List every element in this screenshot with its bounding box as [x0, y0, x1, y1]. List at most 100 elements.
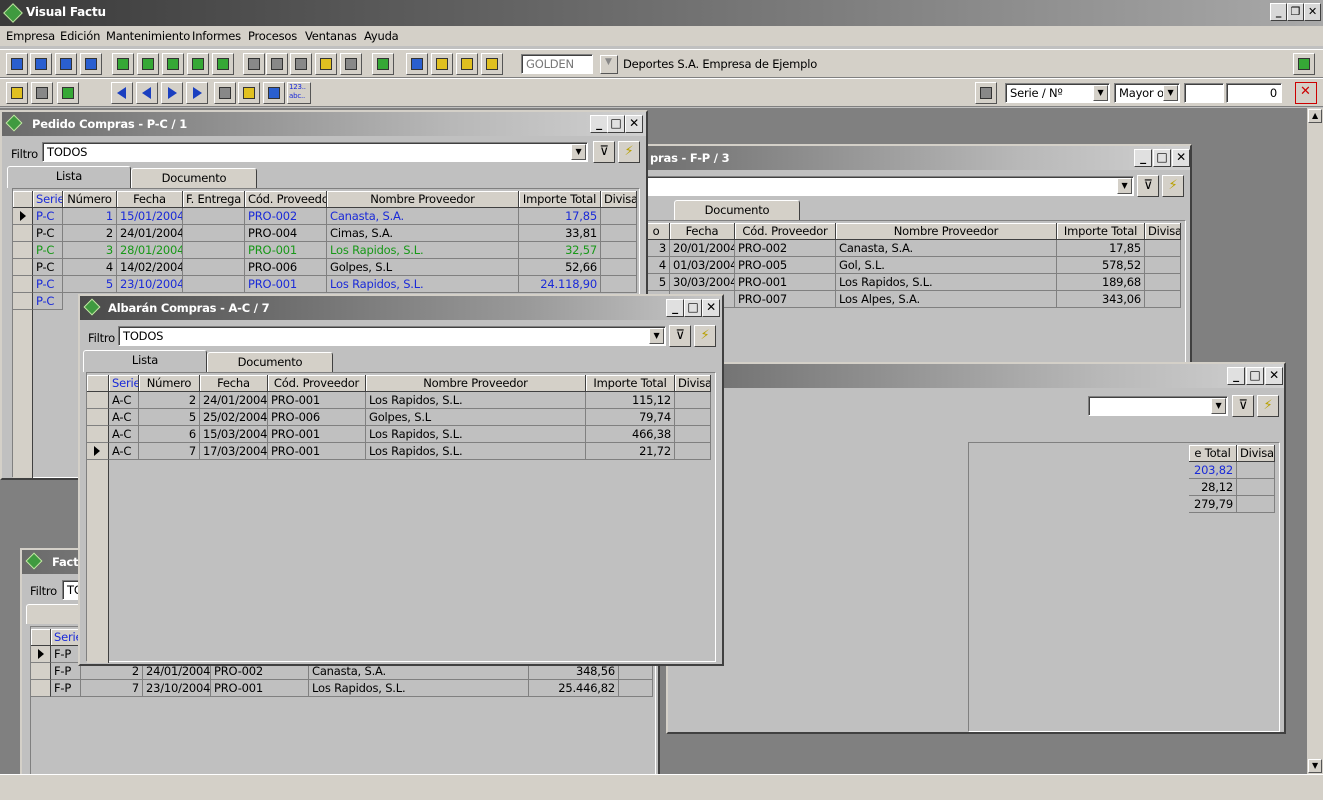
chevron-down-icon[interactable]: ▼ [649, 328, 664, 344]
sync-icon[interactable] [406, 53, 428, 75]
column-header[interactable]: Serie [33, 191, 63, 208]
menu-informes[interactable]: Informes [192, 29, 241, 43]
column-header[interactable]: Importe Total [519, 191, 601, 208]
column-header[interactable]: F. Entrega [183, 191, 245, 208]
filter-select[interactable]: ▼ [1088, 396, 1228, 416]
close-icon[interactable]: ✕ [1295, 82, 1317, 104]
chevron-down-icon[interactable]: ▼ [571, 144, 586, 160]
document-icon[interactable] [112, 53, 134, 75]
refresh-icon[interactable] [238, 82, 260, 104]
binoculars-icon[interactable] [975, 82, 997, 104]
palette-icon[interactable] [431, 53, 453, 75]
tab-documento[interactable]: Documento [674, 200, 800, 220]
chevron-down-icon[interactable]: ▼ [1211, 398, 1226, 414]
maximize-window-button[interactable]: □ [607, 115, 625, 133]
column-header[interactable]: Importe Total [1057, 223, 1145, 240]
close-window-button[interactable]: ✕ [1265, 367, 1283, 385]
maximize-window-button[interactable]: □ [1153, 149, 1171, 167]
column-header[interactable]: Divisa [601, 191, 637, 208]
document-icon[interactable] [6, 53, 28, 75]
person-icon[interactable] [290, 53, 312, 75]
close-window-button[interactable]: ✕ [702, 299, 720, 317]
column-header[interactable]: Fecha [200, 375, 268, 392]
minimize-app-button[interactable]: _ [1270, 3, 1287, 21]
folder-open-icon[interactable] [6, 82, 28, 104]
maximize-window-button[interactable]: □ [1246, 367, 1264, 385]
column-header[interactable]: Importe Total [586, 375, 675, 392]
lightning-icon[interactable]: ⚡ [694, 325, 716, 347]
document-icon[interactable] [30, 53, 52, 75]
next-record-icon[interactable] [161, 82, 183, 104]
filter-icon[interactable]: ⊽ [593, 141, 615, 163]
document-icon[interactable] [137, 53, 159, 75]
filter-icon[interactable]: ⊽ [1137, 175, 1159, 197]
scroll-up-icon[interactable]: ▲ [1308, 109, 1322, 123]
tab-documento[interactable]: Documento [207, 352, 333, 372]
chart-icon[interactable] [372, 53, 394, 75]
tab-documento[interactable]: Documento [131, 168, 257, 188]
sort-numeric-icon[interactable]: 123.. abc.. [287, 82, 311, 104]
company-lookup-button[interactable]: ▼ [600, 55, 618, 74]
menu-procesos[interactable]: Procesos [248, 29, 297, 43]
mdi-scrollbar[interactable]: ▲ ▼ [1307, 108, 1323, 774]
column-header[interactable]: Número [139, 375, 200, 392]
document-icon[interactable] [162, 53, 184, 75]
restore-app-button[interactable]: ❐ [1287, 3, 1304, 21]
column-header[interactable]: Serie [109, 375, 139, 392]
minimize-window-button[interactable]: _ [1134, 149, 1152, 167]
chevron-down-icon[interactable]: ▼ [1093, 85, 1108, 101]
tab-lista[interactable]: Lista [7, 166, 131, 188]
sort-icon[interactable] [263, 82, 285, 104]
check-icon[interactable] [57, 82, 79, 104]
close-window-button[interactable]: ✕ [1172, 149, 1190, 167]
tag-icon[interactable] [481, 53, 503, 75]
minimize-window-button[interactable]: _ [590, 115, 608, 133]
scroll-down-icon[interactable]: ▼ [1308, 759, 1322, 773]
grid-icon[interactable] [340, 53, 362, 75]
column-header[interactable]: Fecha [670, 223, 735, 240]
column-header[interactable]: Nombre Proveedor [836, 223, 1057, 240]
box-icon[interactable] [315, 53, 337, 75]
column-header[interactable]: Fecha [117, 191, 183, 208]
document-icon[interactable] [80, 53, 102, 75]
close-app-button[interactable]: ✕ [1304, 3, 1321, 21]
trash-icon[interactable] [31, 82, 53, 104]
lightning-icon[interactable]: ⚡ [1162, 175, 1184, 197]
handshake-icon[interactable] [243, 53, 265, 75]
chevron-down-icon[interactable]: ▼ [1163, 85, 1178, 101]
menu-empresa[interactable]: Empresa [6, 29, 55, 43]
column-header[interactable]: Cód. Proveedor [735, 223, 836, 240]
menu-ayuda[interactable]: Ayuda [364, 29, 399, 43]
notes-icon[interactable] [456, 53, 478, 75]
document-icon[interactable] [212, 53, 234, 75]
exit-icon[interactable] [1293, 53, 1315, 75]
maximize-window-button[interactable]: □ [684, 299, 702, 317]
search-operator-select[interactable]: Mayor o ▼ [1114, 83, 1180, 103]
column-header[interactable]: Cód. Proveedor [268, 375, 366, 392]
minimize-window-button[interactable]: _ [666, 299, 684, 317]
column-header[interactable]: e Total [1189, 445, 1237, 462]
column-header[interactable]: Serie [51, 629, 81, 646]
column-header[interactable]: Divisa [1237, 445, 1275, 462]
last-record-icon[interactable] [186, 82, 208, 104]
menu-mantenimiento[interactable]: Mantenimiento [106, 29, 190, 43]
column-header[interactable]: Número [63, 191, 117, 208]
filter-select[interactable]: TODOS ▼ [118, 326, 666, 346]
lightning-icon[interactable]: ⚡ [1257, 395, 1279, 417]
filter-icon[interactable]: ⊽ [1232, 395, 1254, 417]
document-icon[interactable] [187, 53, 209, 75]
document-icon[interactable] [55, 53, 77, 75]
chevron-down-icon[interactable]: ▼ [1117, 178, 1132, 194]
menu-ventanas[interactable]: Ventanas [305, 29, 357, 43]
filter-select[interactable]: ▼ [642, 176, 1134, 196]
column-header[interactable]: Nombre Proveedor [366, 375, 586, 392]
tab-lista[interactable]: Lista [83, 350, 207, 372]
search-value-input-2[interactable]: 0 [1226, 83, 1282, 103]
search-field-select[interactable]: Serie / Nº ▼ [1005, 83, 1110, 103]
menu-edicion[interactable]: Edición [60, 29, 100, 43]
first-record-icon[interactable] [111, 82, 133, 104]
filter-select[interactable]: TODOS ▼ [42, 142, 588, 162]
print-icon[interactable] [214, 82, 236, 104]
search-value-input[interactable] [1184, 83, 1224, 103]
barcode-icon[interactable] [266, 53, 288, 75]
